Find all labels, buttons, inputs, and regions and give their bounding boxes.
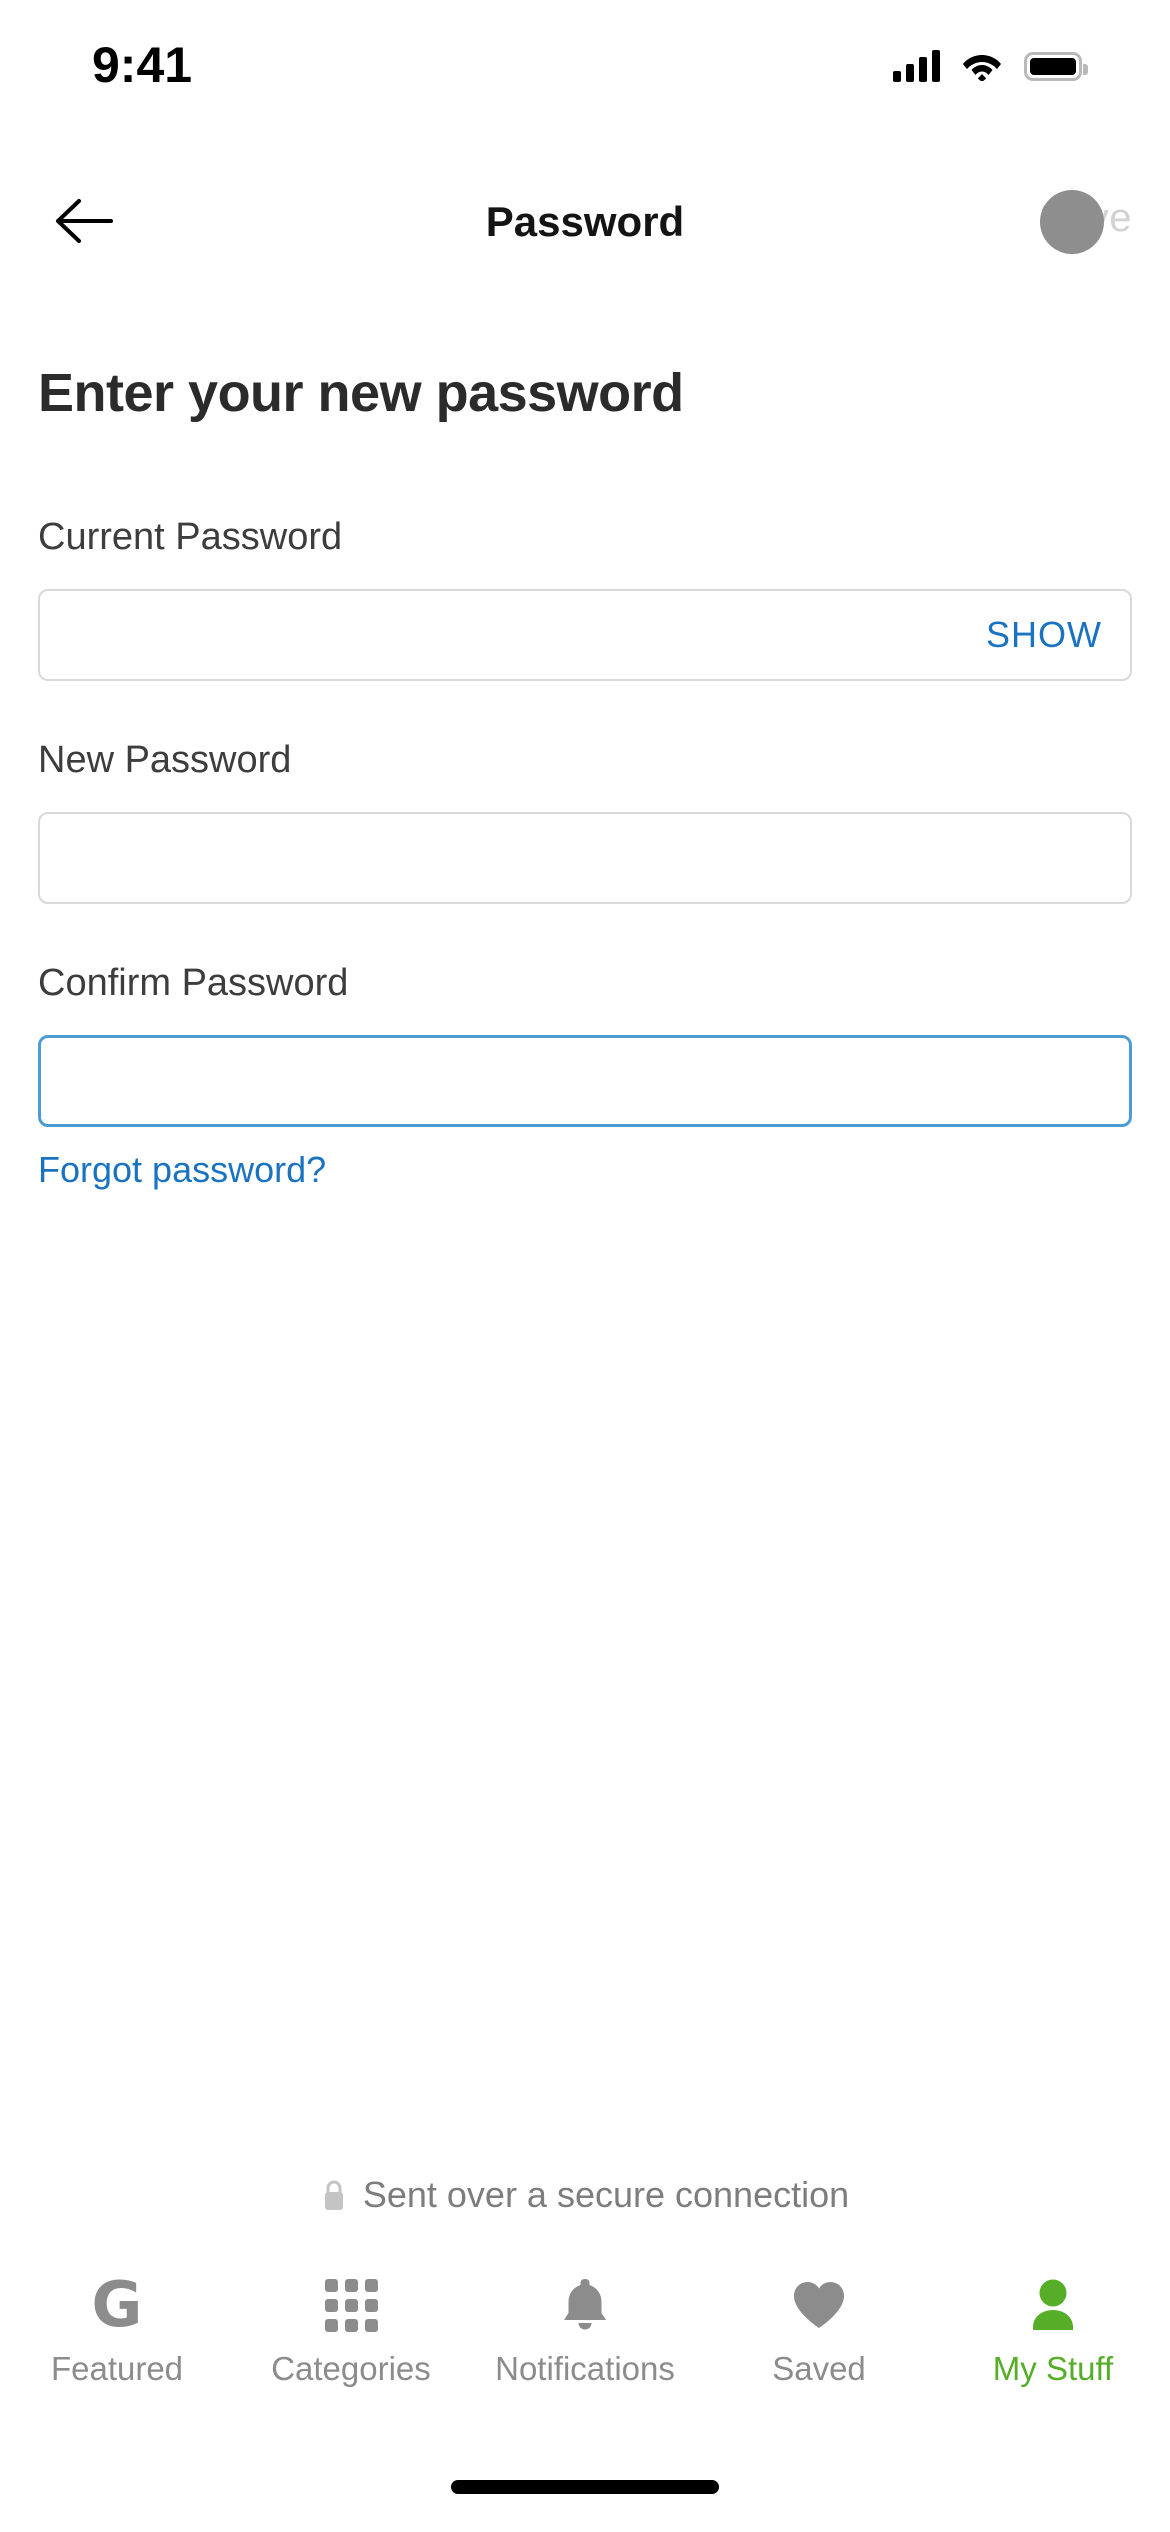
navigation-bar: Password Save xyxy=(0,168,1170,278)
heart-icon xyxy=(794,2282,844,2328)
phone-screen: 9:41 Password Save Enter your new passwo… xyxy=(0,0,1170,2532)
main-content: Enter your new password Current Password… xyxy=(0,300,1170,1191)
cellular-signal-icon xyxy=(893,50,940,82)
secure-connection-text: Sent over a secure connection xyxy=(362,2174,850,2215)
confirm-password-field[interactable] xyxy=(38,1035,1132,1127)
tab-saved[interactable]: Saved xyxy=(702,2274,936,2388)
show-password-toggle[interactable]: SHOW xyxy=(986,614,1130,656)
page-heading: Enter your new password xyxy=(38,363,684,423)
tab-label-saved: Saved xyxy=(772,2350,866,2387)
field-group-new-password: New Password xyxy=(38,739,1132,904)
tab-label-notifications: Notifications xyxy=(495,2350,675,2387)
lock-icon xyxy=(324,2180,343,2210)
tab-label-featured: Featured xyxy=(50,2350,184,2387)
grid-icon xyxy=(324,2278,378,2332)
confirm-password-input[interactable] xyxy=(41,1038,1129,1124)
save-loading-spinner xyxy=(1040,190,1104,254)
field-group-current-password: Current Password SHOW xyxy=(38,516,1132,681)
tab-label-my-stuff: My Stuff xyxy=(992,2350,1114,2387)
tab-my-stuff[interactable]: My Stuff xyxy=(936,2274,1170,2388)
new-password-field[interactable] xyxy=(38,812,1132,904)
status-icons-group xyxy=(893,50,1088,82)
field-label-current-password: Current Password xyxy=(38,516,343,558)
status-time: 9:41 xyxy=(92,37,193,93)
field-label-new-password: New Password xyxy=(38,739,292,781)
current-password-input[interactable] xyxy=(40,591,986,679)
person-icon xyxy=(1033,2279,1073,2330)
tab-notifications[interactable]: Notifications xyxy=(468,2274,702,2388)
field-group-confirm-password: Confirm Password xyxy=(38,962,1132,1127)
tab-label-categories: Categories xyxy=(271,2350,431,2387)
secure-connection-note: Sent over a secure connection xyxy=(0,2174,1170,2216)
forgot-password-link[interactable]: Forgot password? xyxy=(38,1149,326,1191)
tab-categories[interactable]: Categories xyxy=(234,2274,468,2388)
battery-full-icon xyxy=(1024,51,1088,81)
g-logo-icon: G xyxy=(91,2268,143,2341)
new-password-input[interactable] xyxy=(40,814,1130,902)
status-bar: 9:41 xyxy=(0,0,1170,120)
home-indicator[interactable] xyxy=(451,2480,719,2494)
current-password-field[interactable]: SHOW xyxy=(38,589,1132,681)
bell-icon xyxy=(564,2279,606,2330)
bottom-tab-bar: G Featured Categories Notifications Save… xyxy=(0,2260,1170,2440)
field-label-confirm-password: Confirm Password xyxy=(38,962,349,1004)
tab-featured[interactable]: G Featured xyxy=(0,2274,234,2388)
wifi-icon xyxy=(963,55,1001,81)
page-title: Password xyxy=(485,198,685,245)
